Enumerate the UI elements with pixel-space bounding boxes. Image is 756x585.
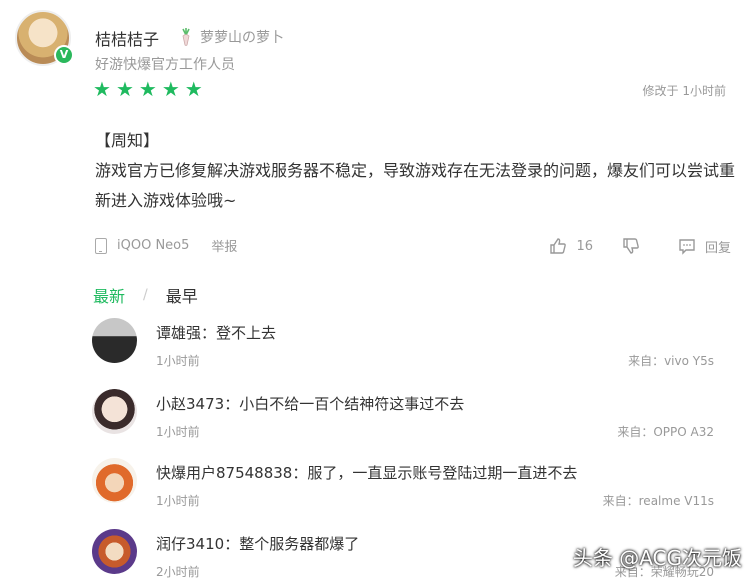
reply-item: 快爆用户87548838：服了，一直显示账号登陆过期一直进不去 1小时前 来自：… [92, 458, 732, 518]
modified-time: 修改于 1小时前 [642, 84, 726, 98]
author-role: 好游快爆官方工作人员 [95, 57, 235, 73]
tab-earliest[interactable]: 最早 [166, 283, 198, 307]
tab-newest[interactable]: 最新 [93, 283, 125, 307]
reply-avatar[interactable] [92, 529, 137, 574]
reply-text: 润仔3410：整个服务器都爆了 [156, 535, 360, 553]
reply-device: 来自：realme V11s [602, 494, 714, 508]
star-icon: ★ [93, 77, 111, 101]
reply-label: 回复 [704, 240, 731, 256]
thumbs-up-icon [550, 238, 567, 254]
star-icon: ★ [161, 77, 180, 101]
like-button[interactable]: 16 [548, 236, 593, 256]
reply-item: 谭雄强：登不上去 1小时前 来自：vivo Y5s [92, 318, 732, 378]
reply-avatar[interactable] [92, 458, 137, 503]
reply-avatar[interactable] [92, 318, 137, 363]
phone-icon [95, 237, 107, 254]
thumbs-down-icon [623, 238, 639, 254]
reply-message: 整个服务器都爆了 [239, 535, 360, 553]
review-notice-title: 【周知】 [95, 131, 160, 150]
review-meta-bar: iQOO Neo5 举报 16 回复 [95, 236, 731, 260]
author-tag-label: 萝萝山の萝卜 [200, 30, 284, 46]
report-button[interactable]: 举报 [211, 236, 237, 255]
star-icon: ★ [115, 77, 134, 101]
author-name[interactable]: 桔桔桔子 [95, 26, 159, 50]
reply-user[interactable]: 小赵3473 [156, 395, 224, 413]
radish-icon [182, 28, 190, 46]
rating-stars: ★ ★ ★ ★ ★ [93, 78, 203, 100]
reply-message: 登不上去 [216, 324, 277, 342]
review-content: 【周知】 游戏官方已修复解决游戏服务器不稳定，导致游戏存在无法登录的问题，爆友们… [95, 126, 735, 216]
like-count: 16 [576, 238, 593, 254]
reply-message: 小白不给一百个结神符这事过不去 [239, 395, 465, 413]
device-label: iQOO Neo5 [117, 238, 190, 253]
tab-separator: / [143, 287, 148, 303]
sort-tabs: 最新 / 最早 [93, 283, 198, 307]
reply-button[interactable]: 回复 [677, 236, 731, 256]
watermark: 头条 @ACG次元饭 [572, 546, 742, 570]
reply-user[interactable]: 谭雄强 [156, 324, 201, 342]
reply-user[interactable]: 快爆用户87548838 [156, 464, 292, 482]
reply-text: 快爆用户87548838：服了，一直显示账号登陆过期一直进不去 [156, 464, 578, 482]
reply-time: 1小时前 [156, 425, 200, 439]
verified-icon: V [54, 45, 74, 65]
reply-item: 小赵3473：小白不给一百个结神符这事过不去 1小时前 来自：OPPO A32 [92, 389, 732, 449]
reply-text: 谭雄强：登不上去 [156, 324, 277, 342]
star-icon: ★ [138, 77, 157, 101]
reply-text: 小赵3473：小白不给一百个结神符这事过不去 [156, 395, 465, 413]
reply-time: 1小时前 [156, 494, 200, 508]
star-icon: ★ [184, 77, 203, 101]
comment-icon [679, 239, 695, 255]
reply-user[interactable]: 润仔3410 [156, 535, 224, 553]
reply-message: 服了，一直显示账号登陆过期一直进不去 [307, 464, 578, 482]
reply-time: 2小时前 [156, 565, 200, 579]
review-body: 游戏官方已修复解决游戏服务器不稳定，导致游戏存在无法登录的问题，爆友们可以尝试重… [95, 161, 736, 210]
reply-device: 来自：OPPO A32 [617, 425, 714, 439]
reply-time: 1小时前 [156, 354, 200, 368]
dislike-button[interactable] [621, 236, 641, 256]
reply-avatar[interactable] [92, 389, 137, 434]
reply-device: 来自：vivo Y5s [628, 354, 714, 368]
author-tag: 萝萝山の萝卜 [178, 27, 284, 47]
